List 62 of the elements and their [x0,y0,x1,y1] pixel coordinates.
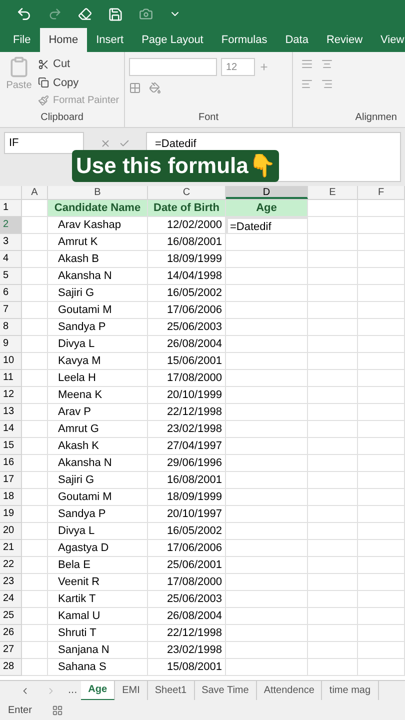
table-cell: Sajiri G [48,472,148,489]
table-cell: 22/12/1998 [148,404,226,421]
table-cell: Akansha N [48,455,148,472]
group-label: Font [197,111,220,125]
table-cell: 25/06/2001 [148,557,226,574]
table-cell: 23/02/1998 [148,642,226,659]
table-cell: 18/09/1999 [148,251,226,268]
table-cell: 18/09/1999 [148,489,226,506]
table-cell: 15/06/2001 [148,353,226,370]
table-cell: Arav Kashap [48,217,148,234]
table-cell: Bela E [48,557,148,574]
group-label: Alignmen [354,111,397,125]
header-cell: Date of Birth [148,200,226,217]
table-cell: 27/04/1997 [148,438,226,455]
table-cell: Sahana S [48,659,148,676]
table-cell: 22/12/1998 [148,625,226,642]
table-cell: Akansha N [48,268,148,285]
status-text: Enter [8,704,32,718]
header-cell: Candidate Name [48,200,148,217]
table-cell: Divya L [48,523,148,540]
header-cell: Age [226,200,308,217]
table-cell: Divya L [48,336,148,353]
table-cell: Goutami M [48,489,148,506]
table-cell: Kartik T [48,591,148,608]
table-cell: 20/10/1997 [148,506,226,523]
table-cell: 20/10/1999 [148,387,226,404]
table-cell: Akash B [48,251,148,268]
table-cell: 16/08/2001 [148,472,226,489]
table-cell: 15/08/2001 [148,659,226,676]
table-cell: Agastya D [48,540,148,557]
table-cell: 26/08/2004 [148,608,226,625]
table-cell: 16/05/2002 [148,523,226,540]
table-cell: 17/08/2000 [148,574,226,591]
table-cell: Kavya M [48,353,148,370]
table-cell: 16/08/2001 [148,234,226,251]
table-cell: Veenit R [48,574,148,591]
table-cell: 25/06/2003 [148,319,226,336]
table-cell: 26/08/2004 [148,336,226,353]
table-cell: 17/06/2006 [148,302,226,319]
table-cell: Sandya P [48,506,148,523]
table-cell: Akash K [48,438,148,455]
table-cell: Shruti T [48,625,148,642]
table-cell: Amrut G [48,421,148,438]
table-cell: 25/06/2003 [148,591,226,608]
group-label: Clipboard [40,111,84,125]
table-cell: Sajiri G [48,285,148,302]
table-cell: Arav P [48,404,148,421]
table-cell: 17/06/2006 [148,540,226,557]
table-cell: 16/05/2002 [148,285,226,302]
table-cell: Kamal U [48,608,148,625]
table-cell: Meena K [48,387,148,404]
table-cell: 29/06/1996 [148,455,226,472]
table-cell: Amrut K [48,234,148,251]
table-cell: 12/02/2000 [148,217,226,234]
table-cell: 14/04/1998 [148,268,226,285]
table-cell: Goutami M [48,302,148,319]
table-cell: 17/08/2000 [148,370,226,387]
table-cell: 23/02/1998 [148,421,226,438]
table-cell: Leela H [48,370,148,387]
caption-toast: Use this formula👇 [72,150,280,182]
table-cell: Sanjana N [48,642,148,659]
table-cell: Sandya P [48,319,148,336]
